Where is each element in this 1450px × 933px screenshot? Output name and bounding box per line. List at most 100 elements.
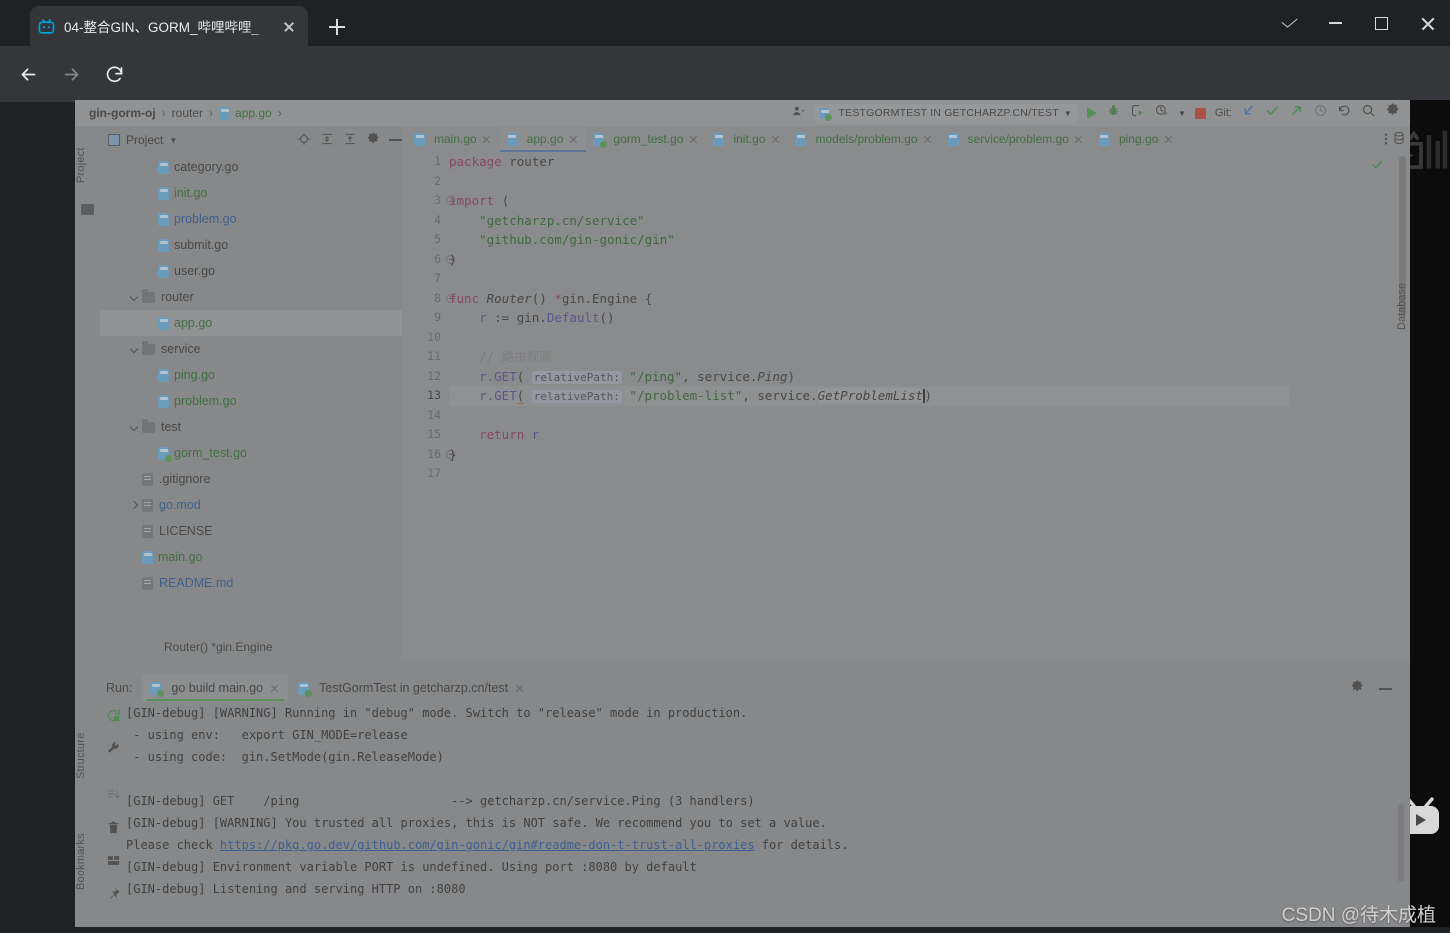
breadcrumb-folder[interactable]: router [172, 106, 203, 120]
tree-item-license[interactable]: LICENSE [100, 518, 410, 544]
tree-item-test[interactable]: test [100, 414, 410, 440]
close-icon[interactable] [567, 133, 579, 145]
close-icon[interactable] [1073, 133, 1085, 145]
tree-item-app-go[interactable]: app.go [100, 310, 410, 336]
run-coverage-icon[interactable] [1130, 103, 1145, 123]
console-output[interactable]: [GIN-debug] [WARNING] Running in "debug"… [126, 702, 1410, 898]
code-line[interactable]: "github.com/gin-gonic/gin" [449, 230, 1289, 250]
rerun-icon[interactable] [106, 708, 121, 728]
chevron-down-icon[interactable] [128, 421, 140, 433]
tree-item-router[interactable]: router [100, 284, 410, 310]
maximize-icon[interactable] [1358, 0, 1404, 46]
new-tab-button[interactable] [324, 14, 350, 40]
minimize-icon[interactable] [1379, 688, 1392, 690]
tree-item-problem-go[interactable]: problem.go [100, 206, 410, 232]
run-tab-go-build[interactable]: go build main.go [142, 674, 289, 702]
sidebar-item-project[interactable]: Project [75, 130, 100, 200]
editor-tab-init-go[interactable]: init.go [706, 126, 788, 152]
tree-item-gorm-test-go[interactable]: gorm_test.go [100, 440, 410, 466]
code-line[interactable] [449, 269, 1289, 289]
code-line[interactable]: r.GET( relativePath: "/ping", service.Pi… [449, 367, 1289, 387]
update-project-icon[interactable] [1241, 103, 1256, 123]
reload-icon[interactable] [100, 60, 128, 88]
database-panel-icon[interactable] [1392, 130, 1406, 151]
history-icon[interactable] [1313, 103, 1328, 123]
code-line[interactable] [449, 172, 1289, 192]
tree-item-readme-md[interactable]: README.md [100, 570, 410, 596]
code-line[interactable]: r.GET( relativePath: "/problem-list", se… [449, 386, 1289, 406]
run-tabs[interactable]: Run: go build main.go TestGormTest in ge… [100, 674, 533, 702]
close-icon[interactable] [481, 133, 493, 145]
code-line[interactable] [449, 328, 1289, 348]
pin-icon[interactable] [106, 886, 121, 906]
close-icon[interactable] [922, 133, 934, 145]
tree-item-init-go[interactable]: init.go [100, 180, 410, 206]
wrench-icon[interactable] [106, 741, 121, 761]
close-icon[interactable] [1404, 0, 1450, 46]
close-icon[interactable] [687, 133, 699, 145]
console-scrollbar[interactable] [1398, 804, 1404, 882]
editor-tab-app-go[interactable]: app.go [499, 126, 587, 152]
sidebar-item-bookmarks[interactable]: Bookmarks [75, 816, 100, 908]
editor-tab-gorm-test-go[interactable]: gorm_test.go [586, 126, 706, 152]
close-icon[interactable] [268, 682, 280, 694]
settings-gear-icon[interactable] [366, 132, 380, 149]
browser-tab[interactable]: 04-整合GIN、GORM_哔哩哔哩_ [30, 6, 308, 46]
code-line[interactable]: ) [449, 250, 1289, 270]
expand-all-icon[interactable] [320, 132, 334, 149]
chevron-down-icon[interactable] [1266, 0, 1312, 46]
more-options-icon[interactable] [1384, 132, 1388, 151]
sidebar-item-structure[interactable]: Structure [75, 716, 100, 796]
tree-item-ping-go[interactable]: ping.go [100, 362, 410, 388]
hide-icon[interactable] [389, 139, 402, 141]
commit-icon[interactable] [1265, 103, 1280, 123]
minimize-icon[interactable] [1312, 0, 1358, 46]
user-account-icon[interactable] [791, 104, 805, 123]
collapse-all-icon[interactable] [343, 132, 357, 149]
tree-item-go-mod[interactable]: go.mod [100, 492, 410, 518]
editor-tab-ping-go[interactable]: ping.go [1092, 126, 1181, 152]
run-icon[interactable] [1086, 107, 1097, 119]
editor-tab-service-problem-go[interactable]: service/problem.go [941, 126, 1092, 152]
code-line[interactable]: "getcharzp.cn/service" [449, 211, 1289, 231]
push-icon[interactable] [1289, 103, 1304, 123]
code-line[interactable] [449, 406, 1289, 426]
forward-arrow-icon[interactable] [57, 60, 85, 88]
tree-item-user-go[interactable]: user.go [100, 258, 410, 284]
stop-icon[interactable] [1194, 107, 1206, 119]
soft-wrap-icon[interactable] [106, 787, 121, 807]
tree-item-main-go[interactable]: main.go [100, 544, 410, 570]
console-link[interactable]: https://pkg.go.dev/github.com/gin-gonic/… [220, 838, 755, 852]
editor-tabs[interactable]: main.go app.go gorm_test.go init.go models/p… [402, 126, 1410, 152]
code-line[interactable]: package router [449, 152, 1289, 172]
run-tab-gorm-test[interactable]: TestGormTest in getcharzp.cn/test [290, 674, 533, 702]
code-line[interactable]: } [449, 445, 1289, 465]
editor-tab-main-go[interactable]: main.go [407, 126, 500, 152]
layout-icon[interactable] [106, 853, 121, 873]
debug-icon[interactable] [1106, 103, 1121, 123]
project-tree[interactable]: category.go init.go problem.go submit.go use… [100, 154, 410, 659]
trash-icon[interactable] [106, 820, 121, 840]
editor-tab-models-problem-go[interactable]: models/problem.go [788, 126, 940, 152]
close-icon[interactable] [513, 682, 525, 694]
code-line[interactable]: import ( [449, 191, 1289, 211]
tree-item-category-go[interactable]: category.go [100, 154, 410, 180]
code-line[interactable]: // 路由规则 [449, 347, 1289, 367]
search-icon[interactable] [1361, 103, 1376, 123]
code-content[interactable]: package router import ( "getcharzp.cn/ser… [449, 152, 1289, 592]
settings-gear-icon[interactable] [1385, 103, 1400, 123]
settings-gear-icon[interactable] [1350, 680, 1364, 699]
close-icon[interactable] [278, 15, 300, 37]
sidebar-item-database[interactable]: Database [1396, 250, 1408, 330]
back-arrow-icon[interactable] [14, 60, 42, 88]
chevron-down-icon[interactable]: ▼ [1178, 109, 1186, 118]
chevron-down-icon[interactable] [128, 291, 140, 303]
tree-item-problem-go[interactable]: problem.go [100, 388, 410, 414]
chevron-down-icon[interactable]: ▼ [169, 136, 177, 145]
tree-item-submit-go[interactable]: submit.go [100, 232, 410, 258]
run-toolbar[interactable] [100, 702, 126, 900]
tree-item-service[interactable]: service [100, 336, 410, 362]
tree-item--gitignore[interactable]: .gitignore [100, 466, 410, 492]
chevron-right-icon[interactable] [128, 499, 140, 511]
breadcrumb-project[interactable]: gin-gorm-oj [89, 106, 156, 120]
